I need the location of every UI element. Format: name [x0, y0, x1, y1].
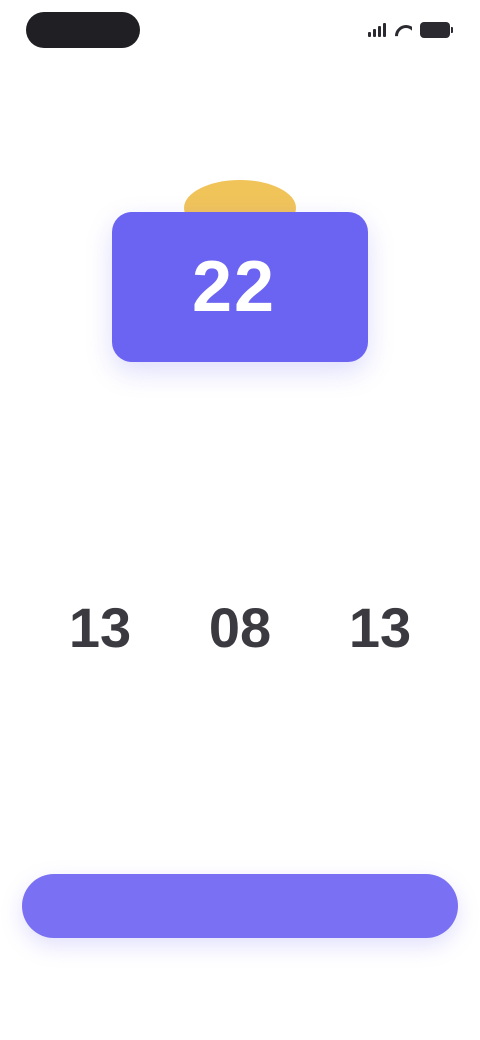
- calendar-illustration: 22: [112, 180, 368, 362]
- primary-action-button[interactable]: [22, 874, 458, 938]
- calendar-card: 22: [112, 212, 368, 362]
- countdown-value: 13: [68, 596, 132, 659]
- wifi-icon: [394, 23, 412, 37]
- countdown-value: 13: [348, 596, 412, 659]
- countdown-value: 08: [208, 596, 272, 659]
- status-bar: [0, 0, 480, 64]
- countdown: 13 08 13: [38, 596, 442, 706]
- signal-icon: [368, 23, 386, 37]
- countdown-unit: 13: [38, 596, 162, 706]
- countdown-unit: 13: [318, 596, 442, 706]
- status-time: [26, 12, 140, 48]
- countdown-unit: 08: [178, 596, 302, 706]
- calendar-day: 22: [191, 247, 277, 327]
- status-icons: [368, 20, 453, 40]
- battery-icon: [420, 22, 453, 38]
